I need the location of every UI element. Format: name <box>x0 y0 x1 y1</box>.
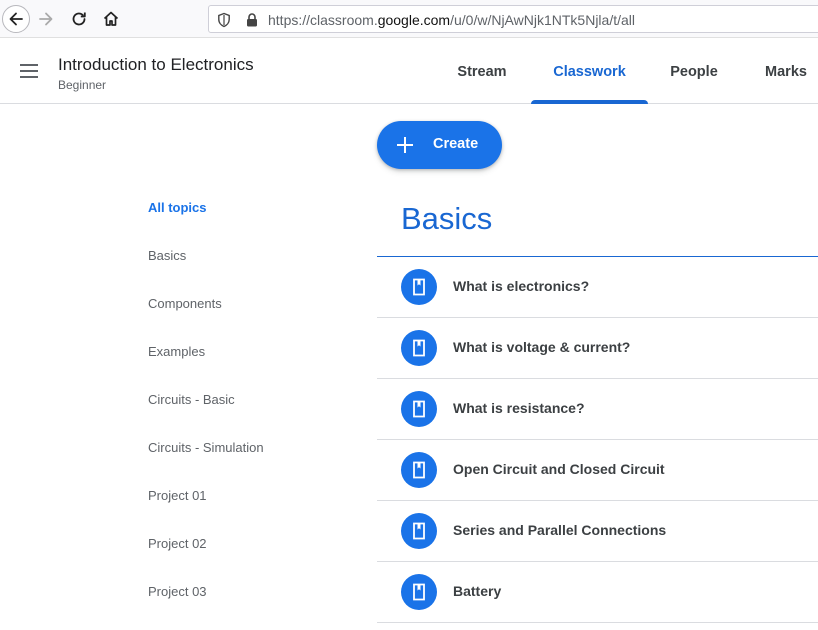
topic-project-02[interactable]: Project 02 <box>148 536 207 551</box>
topic-heading: Basics <box>401 201 493 236</box>
url-path: /u/0/w/NjAwNjk1NTk5Njla/t/all <box>450 12 635 28</box>
material-icon <box>401 391 437 427</box>
item-title: Battery <box>453 583 502 599</box>
classwork-item[interactable]: What is voltage & current? <box>377 318 818 379</box>
item-title: What is resistance? <box>453 400 585 416</box>
reload-button[interactable] <box>67 7 91 31</box>
class-title[interactable]: Introduction to Electronics <box>58 55 254 75</box>
material-icon <box>401 452 437 488</box>
create-button[interactable]: Create <box>377 121 502 169</box>
topic-circuits-basic[interactable]: Circuits - Basic <box>148 392 235 407</box>
reload-icon <box>72 12 86 26</box>
material-icon <box>401 513 437 549</box>
url-host: google.com <box>377 12 451 28</box>
back-button[interactable] <box>2 5 30 33</box>
tab-people[interactable]: People <box>655 39 733 104</box>
classwork-item[interactable]: Battery <box>377 562 818 623</box>
address-bar[interactable]: https://classroom.google.com/u/0/w/NjAwN… <box>208 5 818 33</box>
item-title: What is electronics? <box>453 278 590 294</box>
class-section: Beginner <box>58 78 107 92</box>
classwork-item[interactable]: Series and Parallel Connections <box>377 501 818 562</box>
classwork-item[interactable]: What is resistance? <box>377 379 818 440</box>
topic-basics[interactable]: Basics <box>148 248 186 263</box>
create-button-label: Create <box>433 136 479 152</box>
url-prefix: https://classroom. <box>268 12 378 28</box>
browser-toolbar: https://classroom.google.com/u/0/w/NjAwN… <box>0 0 818 38</box>
topic-project-03[interactable]: Project 03 <box>148 584 207 599</box>
forward-button[interactable] <box>34 7 58 31</box>
item-title: Open Circuit and Closed Circuit <box>453 461 665 477</box>
lock-icon[interactable] <box>244 12 260 28</box>
topic-examples[interactable]: Examples <box>148 344 205 359</box>
hamburger-menu-icon[interactable] <box>19 62 41 80</box>
url-text[interactable]: https://classroom.google.com/u/0/w/NjAwN… <box>268 12 635 28</box>
arrow-right-icon <box>39 12 53 26</box>
item-title: Series and Parallel Connections <box>453 522 667 538</box>
material-icon <box>401 330 437 366</box>
material-icon <box>401 269 437 305</box>
classroom-header: Introduction to Electronics Beginner Str… <box>0 39 818 104</box>
tab-classwork[interactable]: Classwork <box>531 39 648 104</box>
material-icon <box>401 574 437 610</box>
shield-icon[interactable] <box>216 12 232 28</box>
classwork-item[interactable]: What is electronics? <box>377 257 818 318</box>
home-icon <box>103 11 119 26</box>
topic-circuits-simulation[interactable]: Circuits - Simulation <box>148 440 264 455</box>
tab-marks[interactable]: Marks <box>748 39 818 104</box>
item-title: What is voltage & current? <box>453 339 631 355</box>
tab-stream[interactable]: Stream <box>440 39 524 104</box>
topic-project-01[interactable]: Project 01 <box>148 488 207 503</box>
plus-icon <box>397 137 413 153</box>
classwork-item[interactable]: Open Circuit and Closed Circuit <box>377 440 818 501</box>
home-button[interactable] <box>99 7 123 31</box>
topic-components[interactable]: Components <box>148 296 222 311</box>
topic-all-topics[interactable]: All topics <box>148 200 207 215</box>
arrow-left-icon <box>9 12 23 26</box>
